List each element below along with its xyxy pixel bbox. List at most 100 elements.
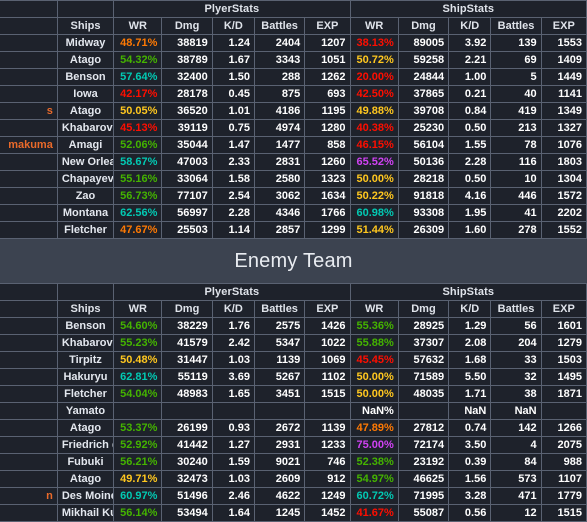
table-row[interactable]: Fletcher 54.04% 48983 1.65 3451 1515 50.00% 480… bbox=[0, 385, 587, 403]
group-header-player-stats: PlyerStats bbox=[113, 0, 351, 18]
player-kd-cell: 1.50 bbox=[211, 68, 255, 86]
column-header-ship-exp[interactable]: EXP bbox=[540, 300, 587, 318]
table-row[interactable]: nDes Moines60.97%514962.464622124960.72%… bbox=[0, 487, 587, 505]
column-header-ship-wr[interactable]: WR bbox=[349, 17, 399, 35]
ship-exp-cell: 1266 bbox=[540, 419, 587, 437]
column-header-ship-exp[interactable]: EXP bbox=[540, 17, 587, 35]
table-row[interactable]: New Orleans58.67%470032.332831126065.52%… bbox=[0, 153, 587, 171]
table-row[interactable]: Montana 62.56% 56997 2.28 4346 1766 60.98% 9330… bbox=[0, 204, 587, 222]
column-header-player-wr[interactable]: WR bbox=[113, 17, 163, 35]
table-row[interactable]: makuma Amagi 52.06% 35044 1.47 1477 858 46.15% 5… bbox=[0, 136, 587, 154]
table-row[interactable]: Atago 54.32% 38789 1.67 3343 1051 50.72% 59258 2… bbox=[0, 51, 587, 69]
column-header-ship-kd[interactable]: K/D bbox=[448, 300, 492, 318]
ship-name-cell: Hakuryu bbox=[56, 368, 115, 386]
column-header-ships[interactable]: Ships bbox=[56, 17, 115, 35]
player-name-cell bbox=[0, 385, 58, 403]
ship-dmg-cell: 48035 bbox=[397, 385, 450, 403]
column-header-ships[interactable]: Ships bbox=[56, 300, 115, 318]
table-row[interactable]: Hakuryu 62.81% 55119 3.69 5267 1102 50.00% 7158… bbox=[0, 368, 587, 386]
player-kd-cell: 1.65 bbox=[211, 385, 255, 403]
group-header-spacer-ships bbox=[56, 283, 115, 301]
column-header-player-dmg[interactable]: Dmg bbox=[161, 17, 213, 35]
table-row[interactable]: Atago 53.37% 26199 0.93 2672 1139 47.89% 27812 0… bbox=[0, 419, 587, 437]
table-row[interactable]: Chapayev 55.16% 33064 1.58 2580 1323 50.00% 282… bbox=[0, 170, 587, 188]
ship-wr-cell: 20.00% bbox=[349, 68, 399, 86]
player-kd-cell: 1.03 bbox=[211, 470, 255, 488]
player-dmg-cell: 56997 bbox=[161, 204, 213, 222]
column-header-player-exp[interactable]: EXP bbox=[304, 300, 351, 318]
column-header-ship-kd[interactable]: K/D bbox=[448, 17, 492, 35]
player-dmg-cell: 53494 bbox=[161, 504, 213, 522]
ship-battles-cell: 33 bbox=[490, 351, 542, 369]
ship-dmg-cell: 23192 bbox=[397, 453, 450, 471]
player-name-cell bbox=[0, 351, 58, 369]
table-row[interactable]: Benson 54.60% 38229 1.76 2575 1426 55.36% 28925… bbox=[0, 317, 587, 335]
column-header-player-kd[interactable]: K/D bbox=[211, 300, 255, 318]
table-row[interactable]: Khabarovsk55.23%415792.425347102255.88%3… bbox=[0, 334, 587, 352]
ship-name-cell: Atago bbox=[56, 51, 115, 69]
table-row[interactable]: Yamato NaN% NaN NaN bbox=[0, 402, 587, 420]
column-header-ship-wr[interactable]: WR bbox=[349, 300, 399, 318]
ship-battles-cell: 84 bbox=[490, 453, 542, 471]
ship-battles-cell: 4 bbox=[490, 436, 542, 454]
ship-name-cell: Zao bbox=[56, 187, 115, 205]
column-header-ship-battles[interactable]: Battles bbox=[490, 17, 542, 35]
column-header-player-exp[interactable]: EXP bbox=[304, 17, 351, 35]
group-header-ship-stats: ShipStats bbox=[349, 0, 587, 18]
player-battles-cell: 875 bbox=[253, 85, 306, 103]
table-row[interactable]: Friedrich der Große52.92%414421.27293112… bbox=[0, 436, 587, 454]
player-exp-cell: 1233 bbox=[304, 436, 351, 454]
player-exp-cell: 1139 bbox=[304, 419, 351, 437]
table-row[interactable]: Midway 48.71% 38819 1.24 2404 1207 38.13% 89005… bbox=[0, 34, 587, 52]
player-wr-cell: 60.97% bbox=[113, 487, 163, 505]
player-exp-cell: 693 bbox=[304, 85, 351, 103]
player-exp-cell: 1515 bbox=[304, 385, 351, 403]
friendly-table-body: Midway 48.71% 38819 1.24 2404 1207 38.13% 89005… bbox=[0, 34, 587, 239]
table-row[interactable]: Benson 57.64% 32400 1.50 288 1262 20.00% 24844 1… bbox=[0, 68, 587, 86]
column-header-player-name bbox=[0, 17, 58, 35]
column-header-ship-dmg[interactable]: Dmg bbox=[397, 300, 450, 318]
column-header-ship-dmg[interactable]: Dmg bbox=[397, 17, 450, 35]
table-row[interactable]: Fletcher 47.67% 25503 1.14 2857 1299 51.44% 263… bbox=[0, 221, 587, 239]
table-row[interactable]: Iowa 42.17% 28178 0.45 875 693 42.50% 37865 0.21… bbox=[0, 85, 587, 103]
table-row[interactable]: Zao 56.73% 77107 2.54 3062 1634 50.22% 91818 4.1… bbox=[0, 187, 587, 205]
group-header-spacer bbox=[0, 0, 58, 18]
ship-battles-cell: 139 bbox=[490, 34, 542, 52]
player-wr-cell: 50.48% bbox=[113, 351, 163, 369]
ship-exp-cell: 1871 bbox=[540, 385, 587, 403]
player-wr-cell: 48.71% bbox=[113, 34, 163, 52]
ship-dmg-cell: 28925 bbox=[397, 317, 450, 335]
player-dmg-cell: 48983 bbox=[161, 385, 213, 403]
ship-kd-cell: 2.28 bbox=[448, 153, 492, 171]
table-row[interactable]: Fubuki 56.21% 30240 1.59 9021 746 52.38% 23192 0… bbox=[0, 453, 587, 471]
player-battles-cell: 2404 bbox=[253, 34, 306, 52]
ship-wr-cell: 41.67% bbox=[349, 504, 399, 522]
column-header-player-wr[interactable]: WR bbox=[113, 300, 163, 318]
table-row[interactable]: Atago 49.71% 32473 1.03 2609 912 54.97% 46625 1.… bbox=[0, 470, 587, 488]
player-battles-cell: 4346 bbox=[253, 204, 306, 222]
group-header-row: PlyerStats ShipStats bbox=[0, 0, 587, 18]
ship-battles-cell: 56 bbox=[490, 317, 542, 335]
ship-wr-cell: 50.00% bbox=[349, 368, 399, 386]
column-header-player-dmg[interactable]: Dmg bbox=[161, 300, 213, 318]
ship-exp-cell: 2075 bbox=[540, 436, 587, 454]
ship-wr-cell: 51.44% bbox=[349, 221, 399, 239]
ship-battles-cell: 38 bbox=[490, 385, 542, 403]
table-row[interactable]: Mikhail Kutuzov56.14%534941.641245145241… bbox=[0, 504, 587, 522]
column-header-player-kd[interactable]: K/D bbox=[211, 17, 255, 35]
column-header-player-battles[interactable]: Battles bbox=[253, 17, 306, 35]
table-row[interactable]: Tirpitz 50.48% 31447 1.03 1139 1069 45.45% 5763… bbox=[0, 351, 587, 369]
ship-name-cell: Iowa bbox=[56, 85, 115, 103]
table-row[interactable]: Khabarovsk45.13%391190.754974128040.38%2… bbox=[0, 119, 587, 137]
ship-kd-cell: 0.50 bbox=[448, 119, 492, 137]
table-row[interactable]: s Atago 50.05% 36520 1.01 4186 1195 49.88% 39708… bbox=[0, 102, 587, 120]
column-header-player-battles[interactable]: Battles bbox=[253, 300, 306, 318]
player-name-cell bbox=[0, 504, 58, 522]
ship-exp-cell: 1409 bbox=[540, 51, 587, 69]
player-kd-cell: 0.75 bbox=[211, 119, 255, 137]
ship-name-cell: Atago bbox=[56, 419, 115, 437]
player-dmg-cell: 36520 bbox=[161, 102, 213, 120]
ship-kd-cell: 2.08 bbox=[448, 334, 492, 352]
column-header-ship-battles[interactable]: Battles bbox=[490, 300, 542, 318]
ship-dmg-cell: 39708 bbox=[397, 102, 450, 120]
